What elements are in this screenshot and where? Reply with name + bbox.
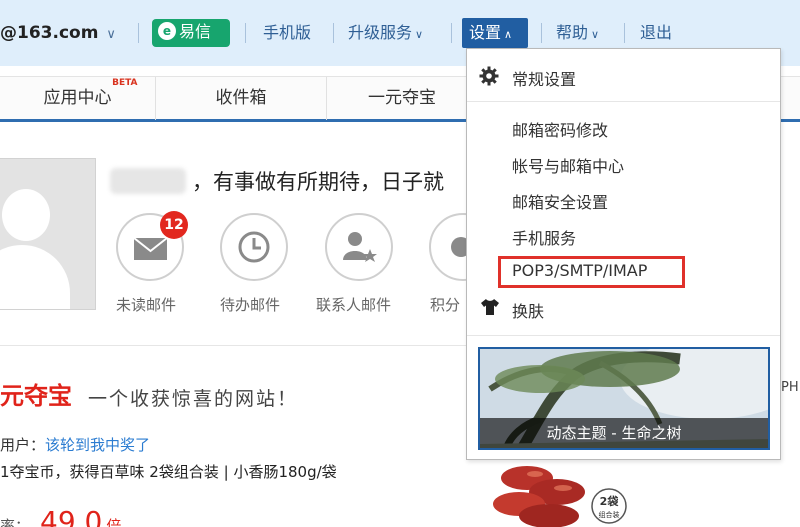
divider [541,23,542,43]
yixin-logo-icon: e [158,22,176,40]
tab-yiyuan-duobao[interactable]: 一元夺宝 [327,77,477,120]
promo-title[interactable]: 元夺宝 [0,376,72,411]
contact-mail-button[interactable] [325,213,393,281]
promo-prize-text: 1夺宝币，获得百草味 2袋组合装 | 小香肠180g/袋 [0,463,337,481]
help-label: 帮助 [556,23,589,42]
dropdown-divider [467,101,780,102]
theme-caption: 动态主题 - 生命之树 [480,418,768,448]
greeting-text: ，有事做有所期待，日子就 [192,170,444,194]
tab-app-center-wrap: 应用中心 BETA [43,78,138,108]
pack-badge-subtext: 组合装 [599,510,620,519]
unread-mail-label: 未读邮件 [116,296,177,314]
account-switcher[interactable]: @163.com ∨ [0,20,116,46]
beta-badge: BETA [112,78,138,88]
avatar-head [2,189,50,241]
promo-user-prefix: 用户： [0,436,46,454]
upgrade-service-label: 升级服务 [348,23,413,42]
help-menu[interactable]: 帮助 ∨ [556,20,599,46]
right-edge-fragment: PH [781,380,799,395]
change-skin-item[interactable]: 换肤 [512,298,544,322]
promo-winner-line: 用户：该轮到我中奖了 [0,434,150,455]
mobile-service-item[interactable]: 手机服务 [512,225,576,249]
divider [624,23,625,43]
settings-menu[interactable]: 设置 ∧ [462,18,528,48]
todo-mail-label: 待办邮件 [220,296,281,314]
tab-inbox[interactable]: 收件箱 [156,77,326,120]
promo-rate-value: 49.0 [40,505,103,527]
yixin-label: 易信 [179,22,212,41]
tshirt-icon [481,299,499,315]
avatar[interactable] [0,158,96,310]
avatar-body [0,245,70,309]
tab-app-center[interactable]: 应用中心 BETA [0,77,155,120]
chevron-down-icon: ∨ [106,27,116,42]
divider [451,23,452,43]
mobile-version-link[interactable]: 手机版 [263,20,311,46]
pop3-highlight-box [498,256,685,288]
upgrade-service-menu[interactable]: 升级服务 ∨ [348,20,423,46]
sausage-product-image[interactable]: 2袋 组合装 [487,458,637,527]
promo-rate-unit: 倍 [106,517,122,527]
divider [138,23,139,43]
tab-app-center-label: 应用中心 [43,88,112,108]
dropdown-divider [467,335,780,336]
yixin-button[interactable]: e 易信 [152,19,230,47]
general-settings-item[interactable]: 常规设置 [512,66,576,90]
todo-mail-button[interactable] [220,213,288,281]
promo-rate-prefix: 率： [0,517,31,527]
password-change-item[interactable]: 邮箱密码修改 [512,117,608,141]
promo-slogan: 一个收获惊喜的网站！ [88,388,299,410]
blurred-username [110,168,186,194]
unread-count-badge: 12 [160,211,188,239]
theme-preview-card[interactable]: 动态主题 - 生命之树 [478,347,770,450]
gear-icon [479,66,499,86]
chevron-up-icon: ∧ [504,28,513,41]
promo-winner-link[interactable]: 该轮到我中奖了 [45,436,150,454]
pack-badge-text: 2袋 [600,494,620,508]
chevron-down-icon: ∨ [591,28,600,41]
settings-label: 设置 [469,23,502,42]
points-label: 积分 [430,296,461,314]
logout-link[interactable]: 退出 [640,20,672,46]
clock-icon [238,231,270,263]
account-email: @163.com [0,23,99,43]
divider [245,23,246,43]
chevron-down-icon: ∨ [415,28,424,41]
contact-star-icon [343,232,377,262]
promo-rate-line: 率： 49.0 倍 [0,505,121,527]
divider [333,23,334,43]
contact-mail-label: 联系人邮件 [316,296,392,314]
section-divider [0,345,468,346]
account-center-item[interactable]: 帐号与邮箱中心 [512,153,624,177]
security-settings-item[interactable]: 邮箱安全设置 [512,189,608,213]
